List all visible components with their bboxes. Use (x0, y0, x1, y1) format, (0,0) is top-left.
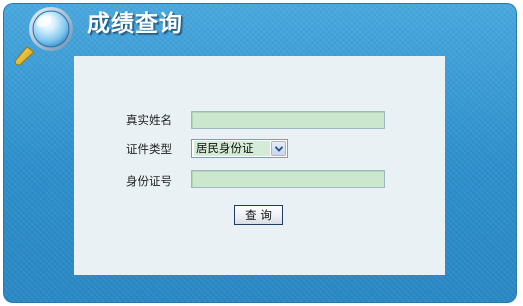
query-button[interactable]: 查 询 (234, 205, 283, 225)
id-type-select[interactable]: 居民身份证 (191, 139, 288, 158)
dropdown-button[interactable] (271, 141, 286, 156)
name-label: 真实姓名 (126, 113, 172, 127)
query-form: 真实姓名 证件类型 居民身份证 身份证号 查 询 (74, 56, 445, 275)
name-input[interactable] (191, 111, 385, 129)
query-panel: 真实姓名 证件类型 居民身份证 身份证号 查 询 成绩查询 (3, 3, 517, 303)
id-number-input[interactable] (191, 170, 385, 188)
id-type-label: 证件类型 (126, 142, 172, 156)
chevron-down-icon (275, 146, 283, 152)
magnifier-icon (13, 3, 85, 67)
page-title: 成绩查询 (87, 11, 183, 37)
id-number-label: 身份证号 (126, 174, 172, 188)
id-type-selected-value: 居民身份证 (194, 141, 270, 156)
